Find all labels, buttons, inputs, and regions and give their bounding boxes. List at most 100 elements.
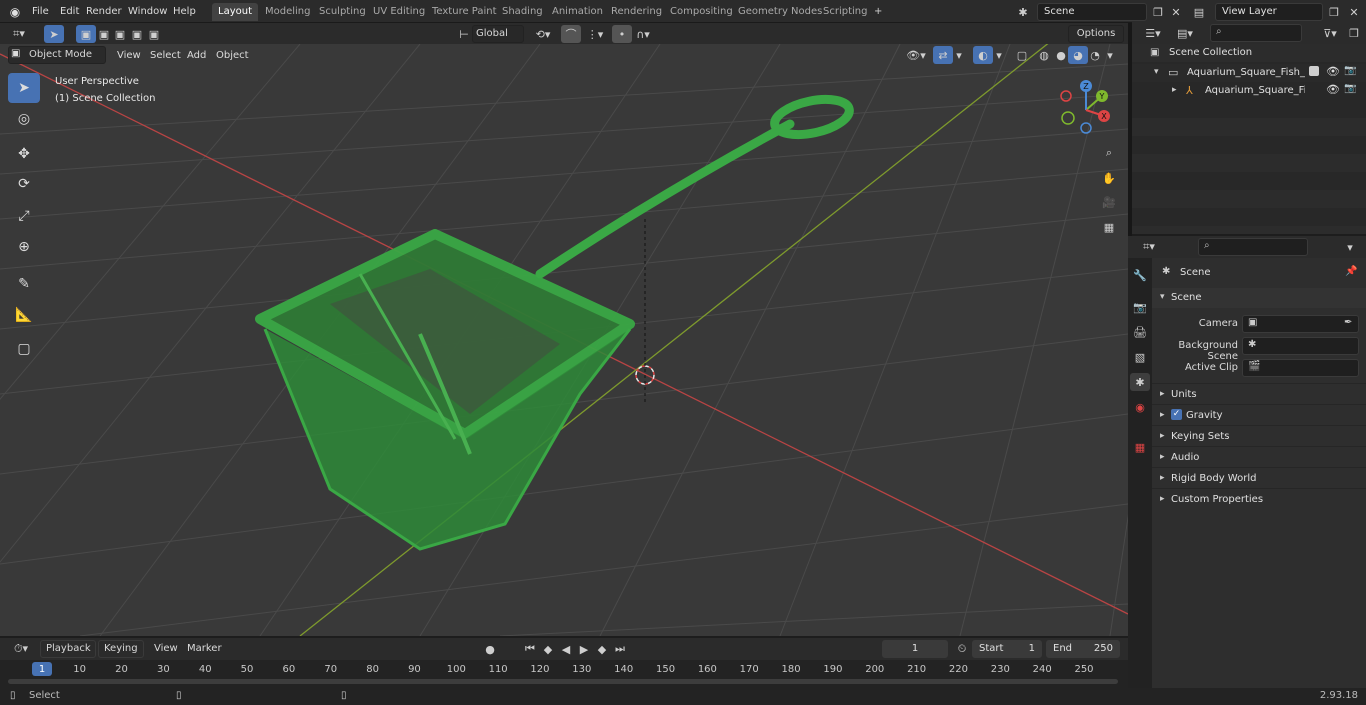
- start-frame-field[interactable]: Start 1: [972, 640, 1042, 658]
- overlay-toggle-icon[interactable]: ◐: [973, 46, 993, 64]
- viewport-menu-object[interactable]: Object: [212, 47, 253, 64]
- properties-search-input[interactable]: [1198, 238, 1308, 256]
- visibility-icon[interactable]: 👁▾: [904, 46, 928, 64]
- eyedropper-icon[interactable]: ✒: [1344, 317, 1352, 328]
- viewport-menu-view[interactable]: View: [113, 47, 145, 64]
- measure-tool-icon[interactable]: 📐: [8, 300, 40, 330]
- viewport-menu-select[interactable]: Select: [146, 47, 185, 64]
- tab-compositing[interactable]: Compositing: [664, 3, 739, 21]
- outliner-search-input[interactable]: [1210, 24, 1302, 42]
- menu-file[interactable]: File: [28, 3, 53, 20]
- view-layer-icon[interactable]: ▤: [1189, 3, 1209, 21]
- panel-audio[interactable]: ▸ Audio: [1152, 446, 1366, 467]
- options-dropdown[interactable]: Options: [1068, 25, 1124, 43]
- properties-options-icon[interactable]: ▾: [1340, 238, 1360, 256]
- scene-tab-icon[interactable]: ✱: [1130, 373, 1150, 391]
- tab-modeling[interactable]: Modeling: [259, 3, 317, 21]
- timeline-menu-marker[interactable]: Marker: [183, 640, 226, 657]
- texture-tab-icon[interactable]: ▦: [1130, 438, 1150, 456]
- snap-toggle-icon[interactable]: ⌒: [561, 25, 581, 43]
- select-tool-icon[interactable]: ➤: [44, 25, 64, 43]
- render-tab-icon[interactable]: 📷: [1130, 298, 1150, 316]
- gizmo-toggle-icon[interactable]: ⇄: [933, 46, 953, 64]
- ortho-toggle-icon[interactable]: ▦: [1098, 216, 1120, 238]
- eye-icon[interactable]: 👁: [1326, 65, 1340, 78]
- tab-texture-paint[interactable]: Texture Paint: [426, 3, 503, 21]
- scene-selector-icon[interactable]: ✱: [1013, 3, 1033, 21]
- shading-rendered-icon[interactable]: ◔: [1085, 46, 1105, 64]
- pan-hand-icon[interactable]: ✋: [1098, 167, 1120, 189]
- playback-dropdown[interactable]: Playback: [40, 640, 96, 658]
- fish-net-model[interactable]: [255, 93, 854, 551]
- tab-sculpting[interactable]: Sculpting: [313, 3, 372, 21]
- camera-view-icon[interactable]: 🎥: [1098, 191, 1120, 213]
- viewport-menu-add[interactable]: Add: [183, 47, 210, 64]
- properties-editor-type-icon[interactable]: ⌗▾: [1136, 238, 1162, 256]
- tab-uv-editing[interactable]: UV Editing: [367, 3, 431, 21]
- play-icon[interactable]: ▶: [574, 640, 594, 658]
- outliner-display-mode-icon[interactable]: ▤▾: [1172, 24, 1198, 42]
- panel-keying-sets[interactable]: ▸ Keying Sets: [1152, 425, 1366, 446]
- orientation-icon[interactable]: ⊢: [454, 25, 474, 43]
- 3d-cursor-icon[interactable]: [635, 219, 655, 404]
- tab-scripting[interactable]: Scripting: [817, 3, 873, 21]
- keying-dropdown[interactable]: Keying: [98, 640, 144, 658]
- camera-icon[interactable]: 📷: [1344, 83, 1356, 94]
- select-mode-intersect-icon[interactable]: ▣: [144, 25, 164, 43]
- collection-checkbox[interactable]: [1309, 66, 1319, 76]
- expand-arrow-icon[interactable]: ▾: [1154, 67, 1159, 77]
- current-frame-field[interactable]: 1: [882, 640, 948, 658]
- outliner-filter-icon[interactable]: ⊽▾: [1317, 24, 1343, 42]
- select-box-tool-icon[interactable]: ➤: [8, 73, 40, 103]
- eye-icon[interactable]: 👁: [1326, 83, 1340, 96]
- world-tab-icon[interactable]: ◉: [1130, 398, 1150, 416]
- scene-copy-icon[interactable]: ❐: [1148, 3, 1168, 21]
- camera-icon[interactable]: 📷: [1344, 65, 1356, 76]
- gizmo-dropdown-icon[interactable]: ▾: [952, 46, 966, 64]
- blender-logo-icon[interactable]: ◉: [6, 3, 24, 20]
- move-tool-icon[interactable]: ✥: [8, 139, 40, 169]
- outliner-row[interactable]: ▸ ⅄ Aquarium_Square_Fish_N 👁 📷: [1132, 82, 1366, 100]
- pivot-point-icon[interactable]: ⟲▾: [530, 25, 556, 43]
- menu-window[interactable]: Window: [124, 3, 171, 20]
- transform-tool-icon[interactable]: ⊕: [8, 232, 40, 262]
- panel-units[interactable]: ▸ Units: [1152, 383, 1366, 404]
- rotate-tool-icon[interactable]: ⟳: [8, 169, 40, 199]
- tab-layout[interactable]: Layout: [212, 3, 258, 21]
- navigation-gizmo[interactable]: Y Z X: [1058, 78, 1118, 138]
- panel-rigid-body-world[interactable]: ▸ Rigid Body World: [1152, 467, 1366, 488]
- outliner-row[interactable]: ▾ ▭ Aquarium_Square_Fish_Net_C 👁 📷: [1132, 64, 1366, 82]
- gravity-checkbox[interactable]: ✓: [1171, 409, 1182, 420]
- 3d-viewport[interactable]: User Perspective (1) Scene Collection ➤ …: [0, 44, 1128, 636]
- outliner-editor-type-icon[interactable]: ☰▾: [1140, 24, 1166, 42]
- view-layer-field[interactable]: View Layer: [1215, 3, 1323, 21]
- add-workspace-button[interactable]: +: [868, 3, 888, 21]
- object-mode-dropdown[interactable]: Object Mode: [8, 46, 106, 64]
- next-keyframe-icon[interactable]: ◆: [592, 640, 612, 658]
- menu-edit[interactable]: Edit: [56, 3, 83, 20]
- scene-section-header[interactable]: ▾ Scene: [1152, 288, 1366, 308]
- timeline-scrollbar[interactable]: [8, 679, 1118, 684]
- expand-arrow-icon[interactable]: ▸: [1172, 85, 1177, 95]
- record-icon[interactable]: ●: [480, 640, 500, 658]
- end-frame-field[interactable]: End 250: [1046, 640, 1120, 658]
- new-collection-icon[interactable]: ❐: [1344, 24, 1364, 42]
- menu-help[interactable]: Help: [169, 3, 200, 20]
- shading-dropdown-icon[interactable]: ▾: [1103, 46, 1117, 64]
- proportional-edit-icon[interactable]: •: [612, 25, 632, 43]
- panel-gravity[interactable]: ▸ ✓ Gravity: [1152, 404, 1366, 425]
- tab-animation[interactable]: Animation: [546, 3, 609, 21]
- scene-field[interactable]: Scene: [1037, 3, 1147, 21]
- timeline-editor-type-icon[interactable]: ⏱▾: [8, 640, 34, 658]
- overlay-dropdown-icon[interactable]: ▾: [992, 46, 1006, 64]
- view-layer-tab-icon[interactable]: ▧: [1130, 348, 1150, 366]
- jump-end-icon[interactable]: ⏭: [610, 640, 630, 658]
- camera-field[interactable]: [1242, 315, 1359, 333]
- xray-toggle-icon[interactable]: ▢: [1012, 46, 1032, 64]
- preview-range-icon[interactable]: ⏲: [952, 640, 972, 658]
- scene-close-icon[interactable]: ✕: [1166, 3, 1186, 21]
- tab-shading[interactable]: Shading: [496, 3, 549, 21]
- panel-custom-properties[interactable]: ▸ Custom Properties: [1152, 488, 1366, 509]
- jump-start-icon[interactable]: ⏮: [520, 640, 540, 658]
- background-scene-field[interactable]: [1242, 337, 1359, 355]
